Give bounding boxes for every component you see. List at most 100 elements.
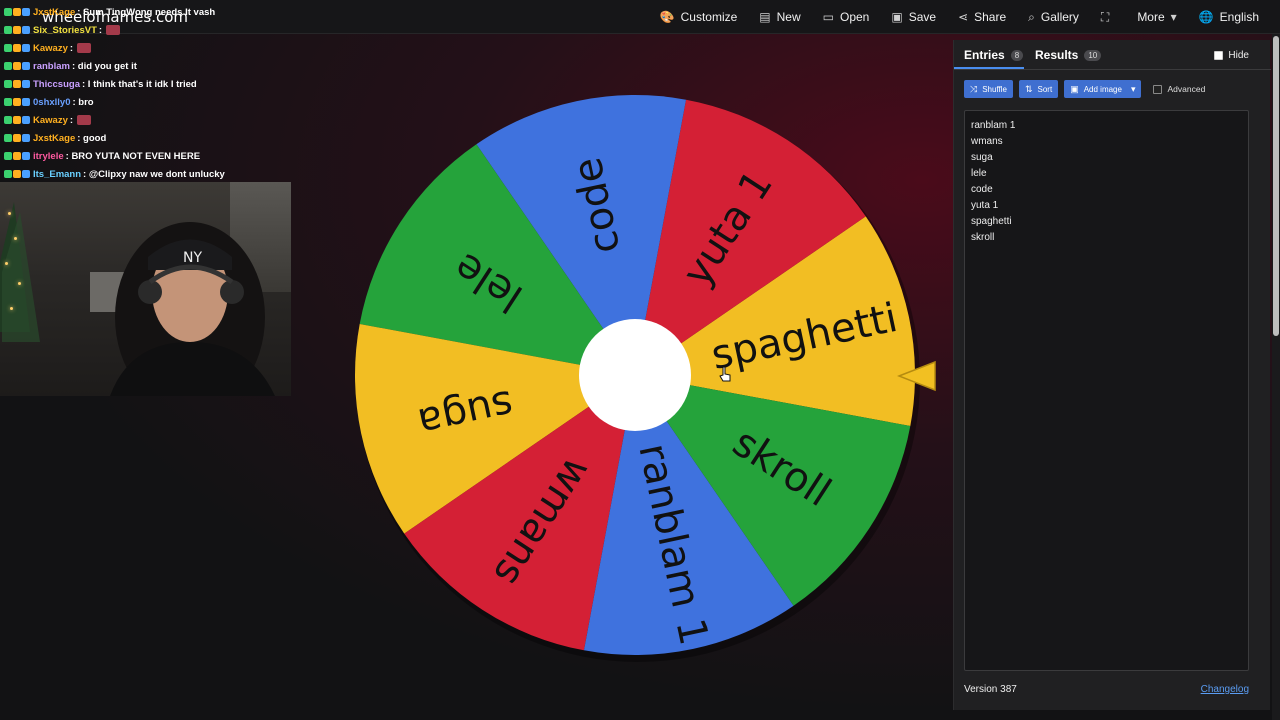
shuffle-label: Shuffle <box>982 84 1007 94</box>
nav-open-button[interactable]: ▭ Open <box>812 0 881 34</box>
entry-line[interactable]: suga <box>971 150 1242 166</box>
tab-results[interactable]: Results 10 <box>1035 48 1102 62</box>
webcam-overlay: NY <box>0 182 291 396</box>
advanced-checkbox[interactable] <box>1153 84 1163 94</box>
add-image-label: Add image <box>1083 84 1122 94</box>
nav-label: Customize <box>680 10 738 24</box>
chat-text: : <box>98 25 103 36</box>
entries-panel: Entries 8 Results 10 Hide ⤨ Shuffle ⇅ So… <box>953 40 1271 710</box>
nav-label: Share <box>974 10 1007 24</box>
panel-tabs: Entries 8 Results 10 Hide <box>954 40 1271 70</box>
fullscreen-icon: ⛶ <box>1100 9 1110 24</box>
chat-badges-icon <box>4 134 30 143</box>
nav-gallery-button[interactable]: ⌕ Gallery <box>1017 0 1090 34</box>
advanced-label: Advanced <box>1167 84 1206 94</box>
entry-line[interactable]: wmans <box>971 134 1242 150</box>
chat-message: 0shxlly0: bro <box>4 94 304 112</box>
entry-line[interactable]: yuta 1 <box>971 198 1242 214</box>
chat-username: Kawazy <box>33 115 68 126</box>
chat-username: Its_Emann <box>33 169 82 180</box>
chat-text: : <box>69 43 74 54</box>
chat-emote-icon <box>77 43 92 54</box>
chat-badges-icon <box>4 98 30 107</box>
nav-label: More <box>1137 10 1165 24</box>
nav-label: Save <box>908 10 937 24</box>
chat-message: Kawazy: <box>4 40 304 58</box>
chat-message: Thiccsuga: I think that's it idk I tried <box>4 76 304 94</box>
shuffle-icon: ⤨ <box>970 83 978 94</box>
active-tab-indicator <box>954 67 1024 69</box>
nav-share-button[interactable]: ⋖ Share <box>947 0 1017 34</box>
folder-icon: ▭ <box>822 10 834 24</box>
add-image-button[interactable]: ▣ Add image ▾ <box>1064 80 1142 98</box>
chat-overlay: JxstKage: Sum TingWong needs It vash Six_… <box>4 4 304 184</box>
sort-button[interactable]: ⇅ Sort <box>1018 80 1059 98</box>
chevron-down-icon: ▾ <box>1170 10 1177 24</box>
entry-line[interactable]: spaghetti <box>971 214 1242 230</box>
sort-icon: ⇅ <box>1024 83 1033 94</box>
chat-username: Kawazy <box>33 43 68 54</box>
nav-english-button[interactable]: 🌐 English <box>1188 0 1270 34</box>
entry-line[interactable]: skroll <box>971 230 1242 246</box>
scrollbar-thumb[interactable] <box>1273 36 1279 336</box>
tab-entries[interactable]: Entries 8 <box>964 48 1024 62</box>
chat-text: : @Clipxy naw we dont unlucky <box>83 169 225 180</box>
chat-username: 0shxlly0 <box>33 97 71 108</box>
file-icon: ▤ <box>759 10 771 24</box>
wheel-center-hub[interactable] <box>579 319 691 431</box>
chat-username: JxstKage <box>33 133 76 144</box>
nav-more-button[interactable]: More ▾ <box>1126 0 1187 34</box>
chat-emote-icon <box>106 25 121 36</box>
share-icon: ⋖ <box>958 10 969 24</box>
entries-count-badge: 8 <box>1010 49 1024 61</box>
chat-message: Its_Emann: @Clipxy naw we dont unlucky <box>4 166 304 184</box>
palette-icon: 🎨 <box>659 10 675 24</box>
top-nav: 🎨 Customize ▤ New ▭ Open ▣ Save ⋖ Share ⌕ Gallery ⛶ M… <box>649 0 1270 34</box>
chat-message: Kawazy: <box>4 112 304 130</box>
webcam-scene-icon: NY <box>0 202 275 396</box>
wheel-pointer-icon <box>897 360 936 392</box>
chat-badges-icon <box>4 80 30 89</box>
shuffle-button[interactable]: ⤨ Shuffle <box>964 80 1013 98</box>
nav-label: Gallery <box>1040 10 1079 24</box>
entry-line[interactable]: ranblam 1 <box>971 118 1242 134</box>
nav-label: New <box>776 10 801 24</box>
chat-emote-icon <box>77 115 92 126</box>
entry-line[interactable]: code <box>971 182 1242 198</box>
chat-text: : BRO YUTA NOT EVEN HERE <box>65 151 201 162</box>
chat-username: JxstKage <box>33 7 76 18</box>
nav-save-button[interactable]: ▣ Save <box>880 0 947 34</box>
nav-fullscreen-button[interactable]: ⛶ <box>1090 0 1126 34</box>
chat-text: : Sum TingWong needs It vash <box>77 7 216 18</box>
save-icon: ▣ <box>891 10 903 24</box>
chat-badges-icon <box>4 44 30 53</box>
nav-customize-button[interactable]: 🎨 Customize <box>649 0 749 34</box>
nav-label: Open <box>840 10 870 24</box>
chat-badges-icon <box>4 8 30 17</box>
chat-badges-icon <box>4 26 30 35</box>
chat-username: Thiccsuga <box>33 79 80 90</box>
chat-message: JxstKage: good <box>4 130 304 148</box>
chat-message: Six_StoriesVT: <box>4 22 304 40</box>
chat-username: ranblam <box>33 61 70 72</box>
entries-textarea[interactable]: ranblam 1 wmans suga lele code yuta 1 spaghett… <box>964 110 1249 671</box>
hide-toggle[interactable]: Hide <box>1214 50 1249 61</box>
tab-entries-label: Entries <box>964 48 1005 62</box>
entry-line[interactable]: lele <box>971 166 1242 182</box>
chevron-down-icon: ▾ <box>1130 83 1136 94</box>
wheel-area[interactable]: spaghetti yuta 1 code lele suga wmans ranblam … <box>330 70 950 690</box>
chat-message: ranblam: did you get it <box>4 58 304 76</box>
changelog-link[interactable]: Changelog <box>1201 684 1249 695</box>
svg-text:NY: NY <box>183 250 202 266</box>
entries-toolbar: ⤨ Shuffle ⇅ Sort ▣ Add image ▾ Advanced <box>964 80 1205 98</box>
globe-icon: 🌐 <box>1198 10 1214 24</box>
spin-wheel[interactable]: spaghettiyuta 1codelelesugawmans ranblam … <box>330 70 950 690</box>
image-icon: ▣ <box>1070 83 1079 94</box>
chat-badges-icon <box>4 152 30 161</box>
chat-text: : did you get it <box>71 61 137 72</box>
hide-checkbox[interactable] <box>1214 51 1224 60</box>
results-count-badge: 10 <box>1084 49 1102 61</box>
hand-cursor-icon <box>719 366 731 382</box>
advanced-toggle[interactable]: Advanced <box>1153 84 1205 94</box>
nav-new-button[interactable]: ▤ New <box>748 0 811 34</box>
